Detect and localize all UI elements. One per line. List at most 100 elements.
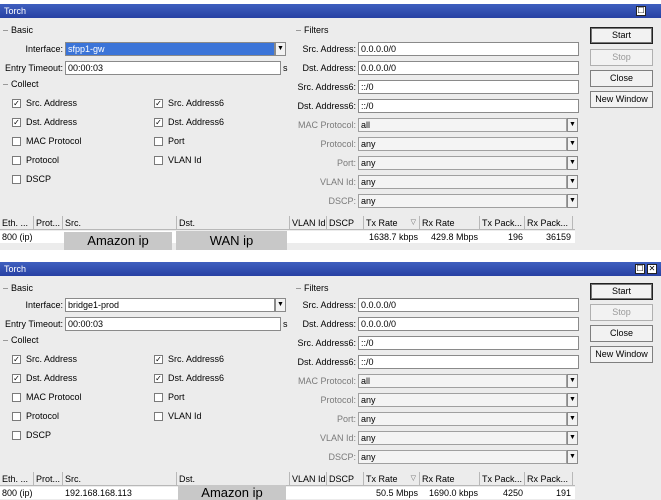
new-window-button[interactable]: New Window [590,91,653,108]
interface-label: Interface: [25,44,63,54]
filter-vlan-id-select[interactable]: any [358,431,567,445]
filter-vlan-id-select[interactable]: any [358,175,567,189]
checkbox-protocol[interactable]: Protocol [12,153,59,167]
filter-dst-address6-input[interactable]: ::/0 [358,355,579,369]
chevron-down-icon[interactable]: ▼ [567,175,578,189]
col-vlan-id[interactable]: VLAN Id [290,216,327,230]
checkbox-protocol[interactable]: Protocol [12,409,59,423]
title-bar[interactable]: Torch ☐ [0,4,661,18]
filter-src-address-label: Src. Address: [302,300,356,310]
filter-mac-protocol-select[interactable]: all [358,374,567,388]
filter-dscp-select[interactable]: any [358,450,567,464]
col-eth[interactable]: Eth. ... [0,216,34,230]
redaction-label-dst: WAN ip [176,231,287,250]
table-row[interactable]: 800 (ip) 192.168.168.113 50.5 Mbps 1690.… [0,487,575,499]
stop-button[interactable]: Stop [590,49,653,66]
new-window-button[interactable]: New Window [590,346,653,363]
filter-src-address6-input[interactable]: ::/0 [358,336,579,350]
checkbox-dst-address[interactable]: ✓ Dst. Address [12,115,77,129]
filter-mac-protocol-select[interactable]: all [358,118,567,132]
chevron-down-icon[interactable]: ▼ [567,137,578,151]
filter-port-select[interactable]: any [358,156,567,170]
col-dst[interactable]: Dst. [177,216,290,230]
maximize-icon[interactable]: ☐ [635,264,645,274]
filter-protocol-select[interactable]: any [358,137,567,151]
chevron-down-icon[interactable]: ▼ [567,374,578,388]
filter-src-address6-label: Src. Address6: [297,338,356,348]
checkbox-vlan-id[interactable]: VLAN Id [154,409,202,423]
filter-port-label: Port: [336,158,356,168]
checkbox-dst-address6[interactable]: ✓ Dst. Address6 [154,115,224,129]
checkbox-dscp[interactable]: DSCP [12,172,51,186]
checkbox-dscp[interactable]: DSCP [12,428,51,442]
col-rx-packets[interactable]: Rx Pack... [525,216,573,230]
filter-port-select[interactable]: any [358,412,567,426]
entry-timeout-label: Entry Timeout: [4,63,63,73]
filter-src-address-input[interactable]: 0.0.0.0/0 [358,42,579,56]
entry-timeout-input[interactable]: 00:00:03 [65,61,281,75]
start-button[interactable]: Start [590,283,653,300]
col-dst[interactable]: Dst. [177,472,290,486]
filter-dst-address-input[interactable]: 0.0.0.0/0 [358,61,579,75]
checkbox-mac-protocol[interactable]: MAC Protocol [12,134,82,148]
checkbox-port[interactable]: Port [154,134,185,148]
chevron-down-icon[interactable]: ▼ [567,156,578,170]
cell-tx-rate: 50.5 Mbps [375,488,418,498]
chevron-down-icon[interactable]: ▼ [567,450,578,464]
col-protocol[interactable]: Prot... [34,216,63,230]
filter-dst-address-input[interactable]: 0.0.0.0/0 [358,317,579,331]
col-tx-rate[interactable]: Tx Rate ▽ [364,216,420,230]
chevron-down-icon[interactable]: ▼ [275,298,286,312]
col-rx-packets[interactable]: Rx Pack... [525,472,573,486]
filter-src-address6-label: Src. Address6: [297,82,356,92]
chevron-down-icon[interactable]: ▼ [275,42,286,56]
col-src[interactable]: Src. [63,472,177,486]
check-icon: ✓ [154,117,163,127]
interface-select[interactable]: bridge1-prod [65,298,275,312]
collect-legend: Collect [11,335,39,345]
maximize-icon[interactable]: ☐ [636,6,646,16]
stop-button[interactable]: Stop [590,304,653,321]
checkbox-src-address6[interactable]: ✓ Src. Address6 [154,352,224,366]
filter-src-address-input[interactable]: 0.0.0.0/0 [358,298,579,312]
chevron-down-icon[interactable]: ▼ [567,431,578,445]
col-src[interactable]: Src. [63,216,177,230]
close-button[interactable]: Close [590,70,653,87]
col-dscp[interactable]: DSCP [327,472,364,486]
checkbox-src-address[interactable]: ✓ Src. Address [12,352,77,366]
col-dscp[interactable]: DSCP [327,216,364,230]
close-button[interactable]: Close [590,325,653,342]
checkbox-dst-address6[interactable]: ✓ Dst. Address6 [154,371,224,385]
col-tx-packets[interactable]: Tx Pack... [480,472,525,486]
checkbox-src-address6[interactable]: ✓ Src. Address6 [154,96,224,110]
chevron-down-icon[interactable]: ▼ [567,412,578,426]
col-eth[interactable]: Eth. ... [0,472,34,486]
filter-protocol-select[interactable]: any [358,393,567,407]
checkbox-src-address[interactable]: ✓ Src. Address [12,96,77,110]
title-bar[interactable]: Torch ☐ ✕ [0,262,661,276]
filter-src-address6-input[interactable]: ::/0 [358,80,579,94]
filters-legend: Filters [304,25,329,35]
interface-select[interactable]: sfpp1-gw [65,42,275,56]
checkbox-mac-protocol[interactable]: MAC Protocol [12,390,82,404]
basic-section: Basic [3,24,33,36]
col-vlan-id[interactable]: VLAN Id [290,472,327,486]
col-tx-packets[interactable]: Tx Pack... [480,216,525,230]
close-icon[interactable]: ✕ [647,264,657,274]
col-tx-rate[interactable]: Tx Rate ▽ [364,472,420,486]
col-rx-rate[interactable]: Rx Rate [420,216,480,230]
chevron-down-icon[interactable]: ▼ [567,118,578,132]
start-button[interactable]: Start [590,27,653,44]
checkbox-port[interactable]: Port [154,390,185,404]
checkbox-vlan-id[interactable]: VLAN Id [154,153,202,167]
checkbox-dst-address[interactable]: ✓ Dst. Address [12,371,77,385]
col-rx-rate[interactable]: Rx Rate [420,472,480,486]
entry-timeout-input[interactable]: 00:00:03 [65,317,281,331]
chevron-down-icon[interactable]: ▼ [567,194,578,208]
filter-dst-address6-input[interactable]: ::/0 [358,99,579,113]
col-protocol[interactable]: Prot... [34,472,63,486]
cell-eth: 800 (ip) [2,488,33,498]
chevron-down-icon[interactable]: ▼ [567,393,578,407]
filter-protocol-label: Protocol: [320,395,356,405]
filter-dscp-select[interactable]: any [358,194,567,208]
